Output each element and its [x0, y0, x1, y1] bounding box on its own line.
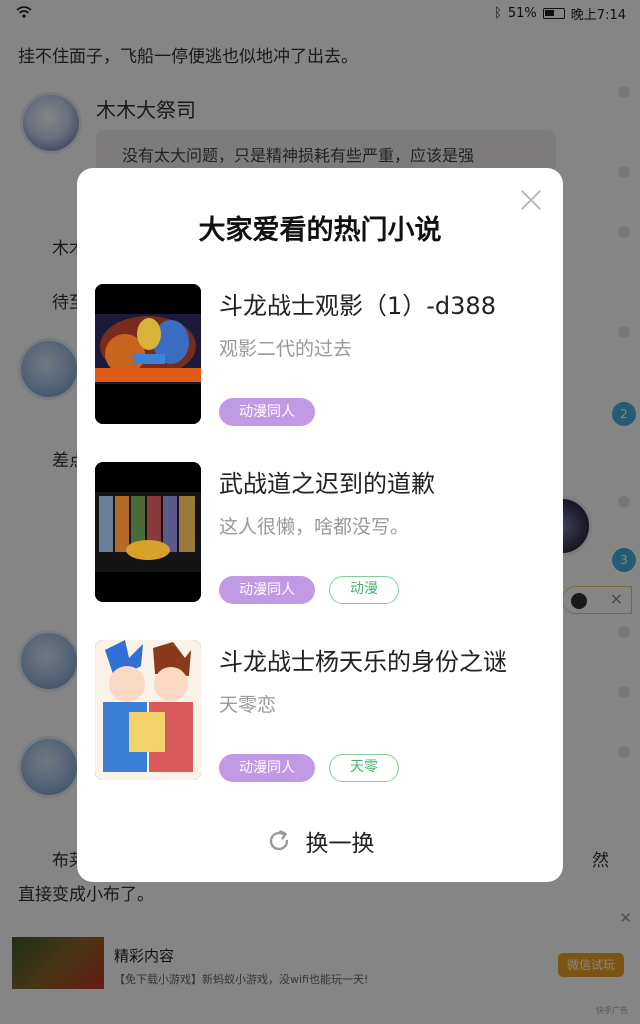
refresh-label: 换一换 — [305, 831, 375, 857]
book-title: 斗龙战士杨天乐的身份之谜 — [219, 648, 507, 676]
book-description: 天零恋 — [219, 694, 277, 716]
refresh-icon — [269, 830, 288, 851]
hot-novels-dialog: 大家爱看的热门小说 斗龙战士观影（1）-d388 观影二代的过去 动漫同人 武战… — [77, 168, 563, 882]
book-cover[interactable] — [95, 462, 201, 602]
book-cover[interactable] — [95, 640, 201, 780]
book-cover[interactable] — [95, 284, 201, 424]
book-tags: 动漫同人 天零 — [219, 754, 399, 782]
book-description: 这人很懒，啥都没写。 — [219, 516, 410, 538]
refresh-button[interactable]: 换一换 — [77, 824, 563, 858]
tag-chip[interactable]: 动漫同人 — [219, 754, 315, 782]
tag-chip[interactable]: 动漫 — [329, 576, 399, 604]
book-tags: 动漫同人 动漫 — [219, 576, 399, 604]
book-title: 武战道之迟到的道歉 — [219, 470, 435, 498]
book-tags: 动漫同人 — [219, 398, 315, 426]
tag-chip[interactable]: 动漫同人 — [219, 576, 315, 604]
book-title: 斗龙战士观影（1）-d388 — [219, 292, 496, 320]
book-item[interactable]: 斗龙战士观影（1）-d388 观影二代的过去 动漫同人 — [95, 284, 545, 426]
book-description: 观影二代的过去 — [219, 338, 353, 360]
tag-chip[interactable]: 动漫同人 — [219, 398, 315, 426]
tag-chip[interactable]: 天零 — [329, 754, 399, 782]
dialog-title: 大家爱看的热门小说 — [198, 215, 442, 246]
book-item[interactable]: 武战道之迟到的道歉 这人很懒，啥都没写。 动漫同人 动漫 — [95, 462, 545, 604]
book-item[interactable]: 斗龙战士杨天乐的身份之谜 天零恋 动漫同人 天零 — [95, 640, 545, 782]
